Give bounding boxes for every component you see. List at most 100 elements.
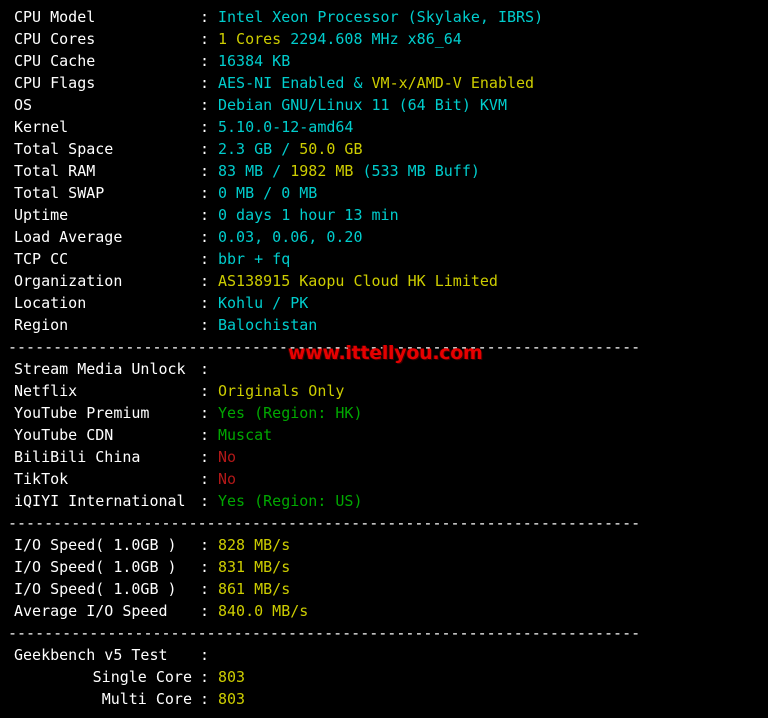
row-value: AES-NI Enabled & VM-x/AMD-V Enabled — [218, 72, 534, 94]
output-row: YouTube Premium: Yes (Region: HK) — [0, 402, 768, 424]
output-row: Location: Kohlu / PK — [0, 292, 768, 314]
value-segment: 50.0 GB — [299, 140, 363, 158]
output-row: I/O Speed( 1.0GB ):831 MB/s — [0, 556, 768, 578]
row-label: Uptime — [14, 206, 69, 224]
value-segment: Balochistan — [218, 316, 318, 334]
row-label: TCP CC — [14, 250, 69, 268]
output-row: I/O Speed( 1.0GB ):861 MB/s — [0, 578, 768, 600]
value-segment: No — [218, 470, 237, 488]
row-label: CPU Model — [14, 8, 96, 26]
row-colon: : — [200, 118, 210, 136]
row-label: Region — [14, 316, 69, 334]
output-row: iQIYI International: Yes (Region: US) — [0, 490, 768, 512]
row-value: Yes (Region: US) — [218, 490, 363, 512]
row-value: 0.03, 0.06, 0.20 — [218, 226, 363, 248]
output-row: OS: Debian GNU/Linux 11 (64 Bit) KVM — [0, 94, 768, 116]
row-colon: : — [200, 162, 210, 180]
row-value: 831 MB/s — [218, 556, 290, 578]
row-value: 840.0 MB/s — [218, 600, 308, 622]
value-segment: bbr + fq — [218, 250, 291, 268]
value-segment: Originals Only — [218, 382, 345, 400]
output-row: Kernel:5.10.0-12-amd64 — [0, 116, 768, 138]
row-colon: : — [200, 426, 210, 444]
value-segment: Kohlu / PK — [218, 294, 309, 312]
row-label: Geekbench v5 Test — [14, 646, 168, 664]
row-label: I/O Speed( 1.0GB ) — [14, 536, 177, 554]
row-colon: : — [200, 316, 210, 334]
output-row: Total RAM:83 MB / 1982 MB (533 MB Buff) — [0, 160, 768, 182]
row-value: Muscat — [218, 424, 272, 446]
output-row: Region: Balochistan — [0, 314, 768, 336]
output-row: Geekbench v5 Test: — [0, 644, 768, 666]
value-segment: Intel Xeon Processor (Skylake, IBRS) — [218, 8, 544, 26]
output-row: Total SWAP:0 MB / 0 MB — [0, 182, 768, 204]
row-value: 16384 KB — [218, 50, 290, 72]
row-label: Stream Media Unlock — [14, 360, 186, 378]
value-segment: 2.3 GB / — [218, 140, 300, 158]
row-label: Single Core — [92, 668, 192, 686]
output-row: TCP CC: bbr + fq — [0, 248, 768, 270]
row-value: 803 — [218, 688, 245, 710]
row-label: Average I/O Speed — [14, 602, 168, 620]
value-segment: 1 Cores — [218, 30, 291, 48]
row-label: Load Average — [14, 228, 123, 246]
row-colon: : — [200, 294, 210, 312]
output-row: I/O Speed( 1.0GB ):828 MB/s — [0, 534, 768, 556]
row-colon: : — [200, 492, 210, 510]
value-segment: 840.0 MB/s — [218, 602, 309, 620]
section-separator: ----------------------------------------… — [0, 622, 768, 644]
row-colon: : — [200, 96, 210, 114]
value-segment: 861 MB/s — [218, 580, 291, 598]
output-row: Organization: AS138915 Kaopu Cloud HK Lim… — [0, 270, 768, 292]
row-value: Kohlu / PK — [218, 292, 308, 314]
row-colon: : — [200, 470, 210, 488]
value-segment: 16384 KB — [218, 52, 291, 70]
terminal-output: CPU Model: Intel Xeon Processor (Skylake,… — [0, 0, 768, 718]
row-colon: : — [200, 646, 210, 664]
value-segment: 1982 MB — [290, 162, 363, 180]
output-row: CPU Cores:1 Cores 2294.608 MHz x86_64 — [0, 28, 768, 50]
row-value: 83 MB / 1982 MB (533 MB Buff) — [218, 160, 480, 182]
value-segment: 0.03, 0.06, 0.20 — [218, 228, 363, 246]
value-segment: VM-x/AMD-V Enabled — [371, 74, 535, 92]
row-colon: : — [200, 536, 210, 554]
value-segment: No — [218, 448, 237, 466]
row-value: Intel Xeon Processor (Skylake, IBRS) — [218, 6, 543, 28]
row-colon: : — [200, 404, 210, 422]
value-segment: 5.10.0-12-amd64 — [218, 118, 354, 136]
row-label: TikTok — [14, 470, 69, 488]
output-row: Uptime:0 days 1 hour 13 min — [0, 204, 768, 226]
row-label: Multi Core — [101, 690, 192, 708]
row-label: Total SWAP — [14, 184, 105, 202]
output-row: Netflix: Originals Only — [0, 380, 768, 402]
value-segment: Yes (Region: HK) — [218, 404, 363, 422]
value-segment: Debian GNU/Linux 11 (64 Bit) KVM — [218, 96, 507, 114]
row-colon: : — [200, 690, 210, 708]
value-segment: 803 — [218, 690, 246, 708]
row-value: 803 — [218, 666, 245, 688]
value-segment: 0 MB / 0 MB — [218, 184, 318, 202]
row-colon: : — [200, 602, 210, 620]
row-colon: : — [200, 184, 210, 202]
row-label: YouTube Premium — [14, 404, 150, 422]
row-label: Netflix — [14, 382, 78, 400]
value-segment: 0 days 1 hour 13 min — [218, 206, 399, 224]
row-label: BiliBili China — [14, 448, 141, 466]
row-label: I/O Speed( 1.0GB ) — [14, 580, 177, 598]
value-segment: 803 — [218, 668, 246, 686]
row-label: CPU Flags — [14, 74, 96, 92]
output-row: BiliBili China: No — [0, 446, 768, 468]
row-value: Yes (Region: HK) — [218, 402, 363, 424]
row-value: AS138915 Kaopu Cloud HK Limited — [218, 270, 498, 292]
row-label: Organization — [14, 272, 123, 290]
row-colon: : — [200, 52, 210, 70]
row-label: OS — [14, 96, 33, 114]
row-value: 1 Cores 2294.608 MHz x86_64 — [218, 28, 462, 50]
row-value: 828 MB/s — [218, 534, 290, 556]
row-colon: : — [200, 558, 210, 576]
row-label: Location — [14, 294, 87, 312]
row-label: CPU Cache — [14, 52, 96, 70]
row-label: Total RAM — [14, 162, 96, 180]
row-value: Balochistan — [218, 314, 317, 336]
value-segment: AES-NI Enabled & — [218, 74, 372, 92]
